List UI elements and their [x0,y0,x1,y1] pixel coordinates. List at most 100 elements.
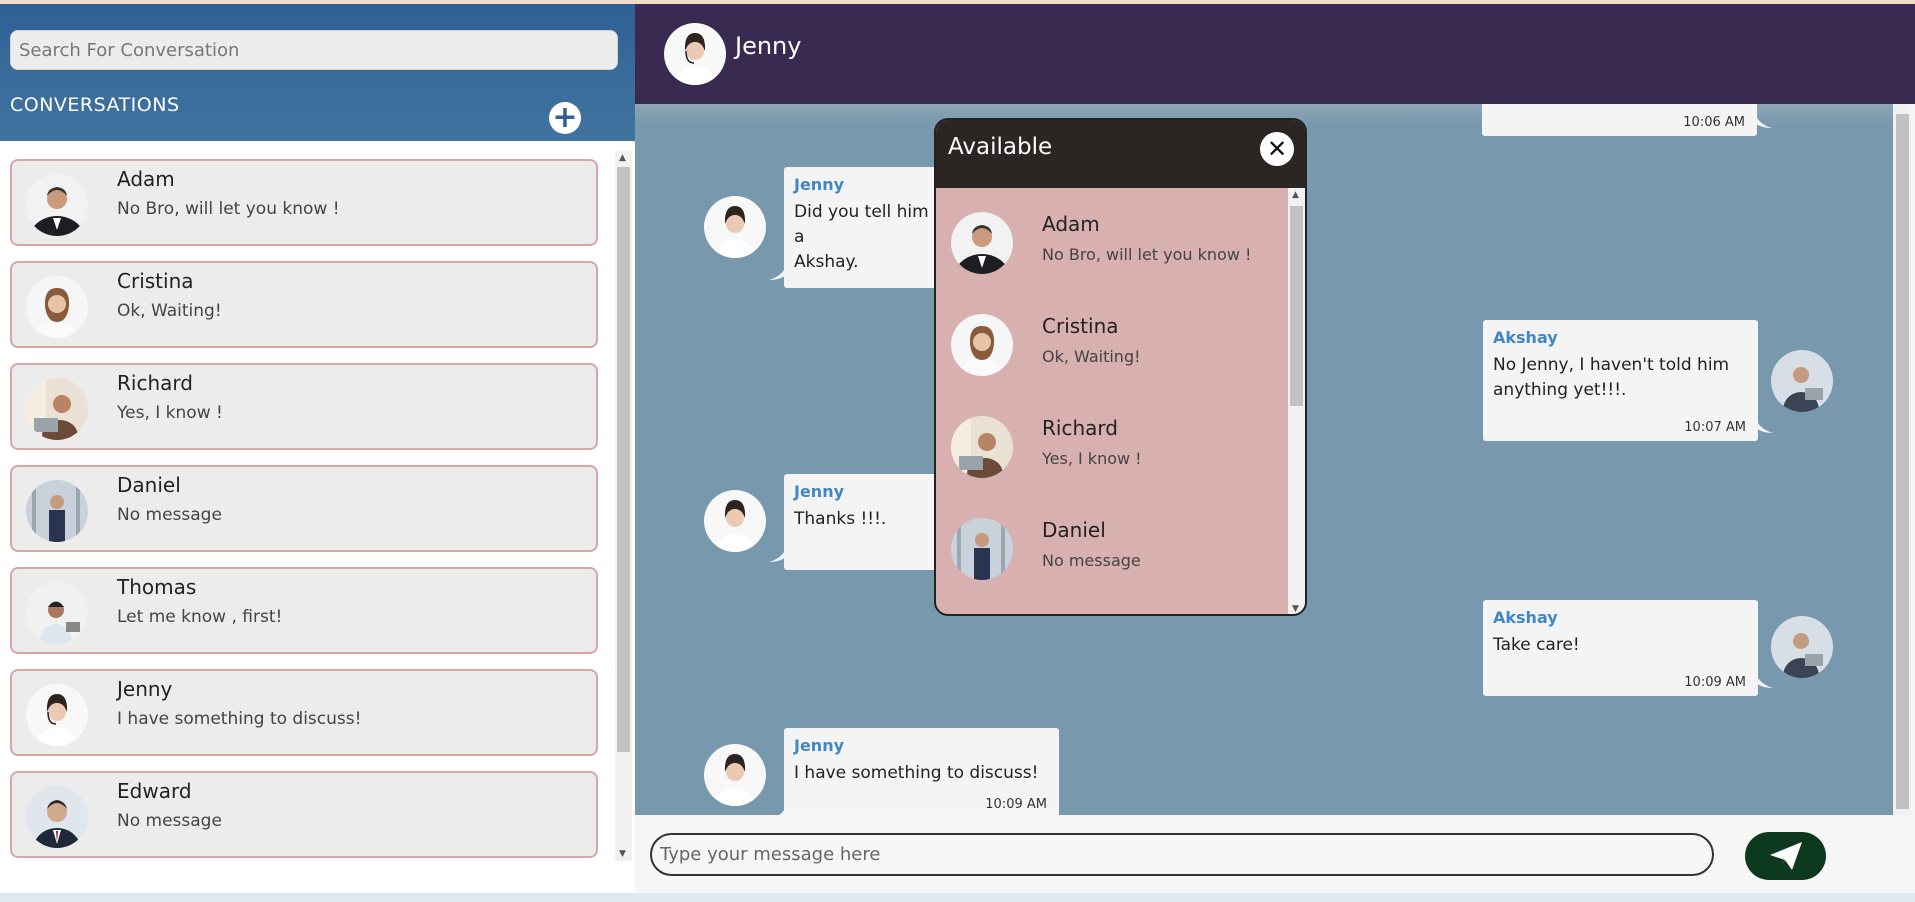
scroll-down-arrow-icon[interactable]: ▼ [619,849,626,859]
avatar [951,212,1013,274]
scrollbar-thumb[interactable] [1290,206,1303,406]
popup-item-cristina[interactable]: Cristina Ok, Waiting! [936,296,1286,396]
sender-avatar [704,744,766,806]
message-sender: Akshay [1493,328,1558,347]
conversation-name: Cristina [117,269,194,293]
scroll-down-arrow-icon[interactable]: ▼ [1292,604,1299,614]
chat-avatar [664,23,726,85]
sidebar-scrollbar[interactable]: ▲ ▼ [615,151,632,861]
conversation-preview: I have something to discuss! [117,709,362,729]
message-text: I have something to discuss! [794,763,1039,783]
popup-item-richard[interactable]: Richard Yes, I know ! [936,398,1286,498]
conversation-name: Daniel [117,473,181,497]
send-button[interactable] [1745,832,1826,880]
popup-item-name: Adam [1042,212,1100,236]
popup-item-preview: No message [1042,551,1141,570]
message-bubble: Akshay No Jenny, I haven't told him anyt… [1483,320,1773,441]
conversation-name: Jenny [117,677,173,701]
conversation-item-adam[interactable]: Adam No Bro, will let you know ! [10,159,598,246]
popup-item-name: Cristina [1042,314,1119,338]
available-users-popup: Available ✕ Adam No Bro, will let you kn… [934,118,1307,616]
message-text: Take care! [1493,635,1580,655]
conversation-name: Richard [117,371,193,395]
message-sender: Jenny [794,736,845,755]
search-input[interactable] [10,30,618,70]
chat-contact-name: Jenny [735,32,802,60]
message-sender: Jenny [794,482,845,501]
sender-avatar [1771,350,1833,412]
avatar [951,314,1013,376]
bubble-tail [1754,112,1772,128]
conversation-preview: No Bro, will let you know ! [117,199,340,219]
avatar [26,786,88,848]
popup-item-preview: Yes, I know ! [1042,449,1142,468]
message-text-line: Akshay. [794,252,859,272]
avatar [951,518,1013,580]
popup-item-preview: No Bro, will let you know ! [1042,245,1252,264]
message-time: 10:06 AM [1683,115,1745,130]
popup-item-name: Richard [1042,416,1118,440]
avatar [26,174,88,236]
popup-item-preview: Ok, Waiting! [1042,347,1141,366]
message-text: Thanks !!!. [794,509,887,529]
conversation-item-daniel[interactable]: Daniel No message [10,465,598,552]
chat-scrollbar[interactable] [1893,104,1911,815]
paper-plane-icon [1769,842,1802,870]
avatar [26,582,88,644]
add-conversation-button[interactable]: + [549,102,581,134]
sidebar-header: CONVERSATIONS + [0,4,635,141]
popup-title: Available [948,134,1053,160]
conversation-preview: Ok, Waiting! [117,301,222,321]
conversation-name: Adam [117,167,175,191]
scroll-up-arrow-icon[interactable]: ▲ [1292,190,1299,200]
close-button[interactable]: ✕ [1260,132,1294,166]
avatar [26,378,88,440]
conversation-item-edward[interactable]: Edward No message [10,771,598,858]
message-time: 10:09 AM [1684,675,1746,690]
conversation-item-cristina[interactable]: Cristina Ok, Waiting! [10,261,598,348]
conversation-name: Edward [117,779,192,803]
scroll-up-arrow-icon[interactable]: ▲ [619,153,626,163]
popup-item-adam[interactable]: Adam No Bro, will let you know ! [936,194,1286,294]
window-bottom-border [0,893,1915,902]
message-bubble: 10:06 AM [1482,104,1772,136]
message-input[interactable] [650,833,1714,876]
message-bubble: Jenny I have something to discuss! 10:09… [779,728,1059,815]
conversation-list: Adam No Bro, will let you know ! Cristin… [0,153,612,861]
message-text: Did you tell him a [794,202,929,247]
message-sender: Jenny [794,175,845,194]
sender-avatar [704,196,766,258]
message-time: 10:07 AM [1684,420,1746,435]
conversations-heading: CONVERSATIONS [10,94,180,116]
bubble-tail [769,546,787,562]
popup-item-name: Daniel [1042,518,1106,542]
popup-header: Available ✕ [936,120,1305,188]
sidebar: CONVERSATIONS + Adam No Bro, will let yo… [0,4,635,893]
conversation-item-jenny[interactable]: Jenny I have something to discuss! [10,669,598,756]
conversation-preview: No message [117,811,222,831]
message-bubble: Akshay Take care! 10:09 AM [1483,600,1773,696]
avatar [26,480,88,542]
scrollbar-thumb[interactable] [617,167,630,752]
sender-avatar [1771,616,1833,678]
close-icon: ✕ [1266,135,1288,163]
bubble-tail [1755,417,1773,433]
chat-header: Jenny [635,4,1915,104]
avatar [26,684,88,746]
conversation-preview: Yes, I know ! [117,403,223,423]
popup-item-daniel[interactable]: Daniel No message [936,500,1286,600]
message-text: No Jenny, I haven't told him anything ye… [1493,355,1730,400]
conversation-preview: No message [117,505,222,525]
message-sender: Akshay [1493,608,1558,627]
message-bubble: Jenny Thanks !!!. [769,474,944,570]
bubble-tail [769,264,787,280]
plus-icon: + [552,100,578,135]
bubble-tail [779,804,787,815]
conversation-item-thomas[interactable]: Thomas Let me know , first! [10,567,598,654]
conversation-preview: Let me know , first! [117,607,283,627]
avatar [26,276,88,338]
conversation-item-richard[interactable]: Richard Yes, I know ! [10,363,598,450]
avatar [951,416,1013,478]
popup-scrollbar[interactable]: ▲ ▼ [1288,188,1305,614]
scrollbar-thumb[interactable] [1896,114,1909,809]
